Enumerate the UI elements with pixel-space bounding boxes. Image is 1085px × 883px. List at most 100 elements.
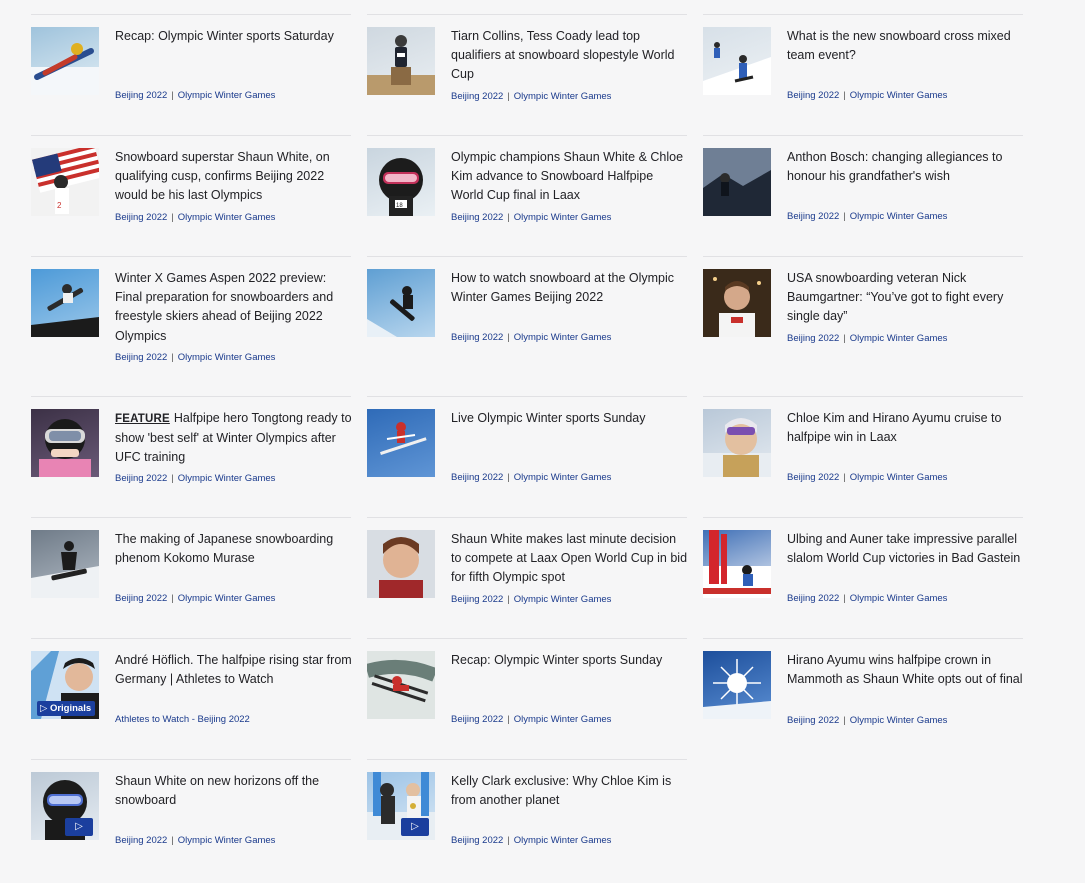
article-thumbnail[interactable] — [367, 530, 435, 598]
article-title-link[interactable]: Hirano Ayumu wins halfpipe crown in Mamm… — [787, 651, 1025, 689]
tag-link[interactable]: Olympic Winter Games — [850, 90, 948, 101]
tag-link[interactable]: Beijing 2022 — [115, 473, 167, 484]
tag-link[interactable]: Beijing 2022 — [451, 714, 503, 725]
article-card[interactable]: ▷ Kelly Clark exclusive: Why Chloe Kim is… — [367, 759, 687, 869]
article-card[interactable]: Anthon Bosch: changing allegiances to ho… — [703, 135, 1023, 256]
article-thumbnail[interactable] — [367, 27, 435, 95]
article-thumbnail[interactable] — [703, 269, 771, 337]
article-thumbnail[interactable]: 18 — [367, 148, 435, 216]
article-card[interactable]: Recap: Olympic Winter sports Sunday Beiji… — [367, 638, 687, 759]
article-card[interactable]: How to watch snowboard at the Olympic Wi… — [367, 256, 687, 396]
tag-link[interactable]: Beijing 2022 — [451, 835, 503, 846]
article-title-link[interactable]: Live Olympic Winter sports Sunday — [451, 409, 689, 428]
tag-link[interactable]: Beijing 2022 — [115, 90, 167, 101]
tag-link[interactable]: Olympic Winter Games — [178, 835, 276, 846]
article-card[interactable]: The making of Japanese snowboarding phen… — [31, 517, 351, 638]
article-card[interactable]: 18 Olympic champions Shaun White & Chloe … — [367, 135, 687, 256]
article-thumbnail[interactable] — [31, 530, 99, 598]
article-card[interactable]: USA snowboarding veteran Nick Baumgartne… — [703, 256, 1023, 396]
tag-link[interactable]: Beijing 2022 — [787, 593, 839, 604]
article-title-link[interactable]: André Höflich. The halfpipe rising star … — [115, 651, 353, 689]
article-card[interactable]: 2 Snowboard superstar Shaun White, on qua… — [31, 135, 351, 256]
article-title-link[interactable]: Chloe Kim and Hirano Ayumu cruise to hal… — [787, 409, 1025, 447]
tag-link[interactable]: Beijing 2022 — [115, 593, 167, 604]
article-title-link[interactable]: Tiarn Collins, Tess Coady lead top quali… — [451, 27, 689, 85]
article-card[interactable]: Chloe Kim and Hirano Ayumu cruise to hal… — [703, 396, 1023, 517]
article-title-link[interactable]: Recap: Olympic Winter sports Sunday — [451, 651, 689, 670]
article-title-link[interactable]: USA snowboarding veteran Nick Baumgartne… — [787, 269, 1025, 327]
play-icon[interactable]: ▷ — [65, 818, 93, 836]
article-title-link[interactable]: Shaun White on new horizons off the snow… — [115, 772, 353, 810]
article-thumbnail[interactable] — [31, 269, 99, 337]
article-title-link[interactable]: Shaun White makes last minute decision t… — [451, 530, 689, 588]
tag-link[interactable]: Olympic Winter Games — [514, 91, 612, 102]
tag-link[interactable]: Olympic Winter Games — [850, 211, 948, 222]
tag-link[interactable]: Beijing 2022 — [115, 352, 167, 363]
tag-link[interactable]: Beijing 2022 — [115, 212, 167, 223]
article-card[interactable]: Recap: Olympic Winter sports Saturday Bei… — [31, 14, 351, 135]
tag-link[interactable]: Olympic Winter Games — [178, 473, 276, 484]
tag-link[interactable]: Beijing 2022 — [451, 91, 503, 102]
tag-link[interactable]: Beijing 2022 — [451, 472, 503, 483]
article-title-link[interactable]: The making of Japanese snowboarding phen… — [115, 530, 353, 568]
tag-link[interactable]: Olympic Winter Games — [178, 352, 276, 363]
tag-link[interactable]: Olympic Winter Games — [514, 594, 612, 605]
tag-link[interactable]: Athletes to Watch - Beijing 2022 — [115, 714, 250, 725]
tag-link[interactable]: Olympic Winter Games — [514, 332, 612, 343]
play-icon[interactable]: ▷ — [401, 818, 429, 836]
tag-link[interactable]: Beijing 2022 — [787, 90, 839, 101]
article-thumbnail[interactable]: 2 — [31, 148, 99, 216]
article-card[interactable]: ▷ Shaun White on new horizons off the sno… — [31, 759, 351, 869]
article-title-link[interactable]: Snowboard superstar Shaun White, on qual… — [115, 148, 353, 206]
article-title-link[interactable]: Winter X Games Aspen 2022 preview: Final… — [115, 269, 353, 346]
tag-link[interactable]: Olympic Winter Games — [850, 472, 948, 483]
tag-link[interactable]: Olympic Winter Games — [514, 472, 612, 483]
article-thumbnail[interactable] — [703, 409, 771, 477]
article-card[interactable]: Tiarn Collins, Tess Coady lead top quali… — [367, 14, 687, 135]
article-card[interactable]: Winter X Games Aspen 2022 preview: Final… — [31, 256, 351, 396]
article-title-link[interactable]: Anthon Bosch: changing allegiances to ho… — [787, 148, 1025, 186]
article-card[interactable]: Hirano Ayumu wins halfpipe crown in Mamm… — [703, 638, 1023, 759]
article-card[interactable]: Live Olympic Winter sports Sunday Beijing… — [367, 396, 687, 517]
tag-link[interactable]: Olympic Winter Games — [178, 90, 276, 101]
tag-link[interactable]: Beijing 2022 — [787, 715, 839, 726]
article-thumbnail[interactable]: ▷ Originals — [31, 651, 99, 719]
article-card[interactable]: What is the new snowboard cross mixed te… — [703, 14, 1023, 135]
tag-link[interactable]: Beijing 2022 — [787, 211, 839, 222]
article-thumbnail[interactable] — [367, 651, 435, 719]
article-card[interactable]: ▷ Originals André Höflich. The halfpipe r… — [31, 638, 353, 759]
article-thumbnail[interactable] — [367, 409, 435, 477]
article-title-link[interactable]: Kelly Clark exclusive: Why Chloe Kim is … — [451, 772, 689, 810]
tag-link[interactable]: Olympic Winter Games — [178, 212, 276, 223]
article-thumbnail[interactable] — [31, 409, 99, 477]
tag-link[interactable]: Olympic Winter Games — [514, 835, 612, 846]
article-thumbnail[interactable]: ▷ — [367, 772, 435, 840]
tag-link[interactable]: Beijing 2022 — [787, 472, 839, 483]
tag-link[interactable]: Beijing 2022 — [451, 332, 503, 343]
article-thumbnail[interactable] — [703, 148, 771, 216]
tag-link[interactable]: Olympic Winter Games — [850, 593, 948, 604]
article-card[interactable]: Ulbing and Auner take impressive paralle… — [703, 517, 1023, 638]
article-title-link[interactable]: How to watch snowboard at the Olympic Wi… — [451, 269, 689, 307]
article-title-link[interactable]: Recap: Olympic Winter sports Saturday — [115, 27, 353, 46]
article-title-link[interactable]: Olympic champions Shaun White & Chloe Ki… — [451, 148, 689, 206]
article-thumbnail[interactable] — [703, 651, 771, 719]
tag-link[interactable]: Olympic Winter Games — [178, 593, 276, 604]
article-title-link[interactable]: Ulbing and Auner take impressive paralle… — [787, 530, 1025, 568]
tag-link[interactable]: Beijing 2022 — [115, 835, 167, 846]
article-card[interactable]: FEATURE Halfpipe hero Tongtong ready to s… — [31, 396, 353, 517]
tag-link[interactable]: Olympic Winter Games — [514, 212, 612, 223]
tag-link[interactable]: Olympic Winter Games — [850, 715, 948, 726]
article-title-link[interactable]: FEATURE Halfpipe hero Tongtong ready to s… — [115, 409, 353, 468]
article-title-link[interactable]: What is the new snowboard cross mixed te… — [787, 27, 1025, 65]
tag-link[interactable]: Beijing 2022 — [787, 333, 839, 344]
article-thumbnail[interactable] — [703, 530, 771, 598]
article-thumbnail[interactable] — [367, 269, 435, 337]
article-thumbnail[interactable]: ▷ — [31, 772, 99, 840]
article-thumbnail[interactable] — [703, 27, 771, 95]
article-card[interactable]: Shaun White makes last minute decision t… — [367, 517, 687, 638]
tag-link[interactable]: Olympic Winter Games — [514, 714, 612, 725]
article-thumbnail[interactable] — [31, 27, 99, 95]
tag-link[interactable]: Beijing 2022 — [451, 594, 503, 605]
tag-link[interactable]: Olympic Winter Games — [850, 333, 948, 344]
